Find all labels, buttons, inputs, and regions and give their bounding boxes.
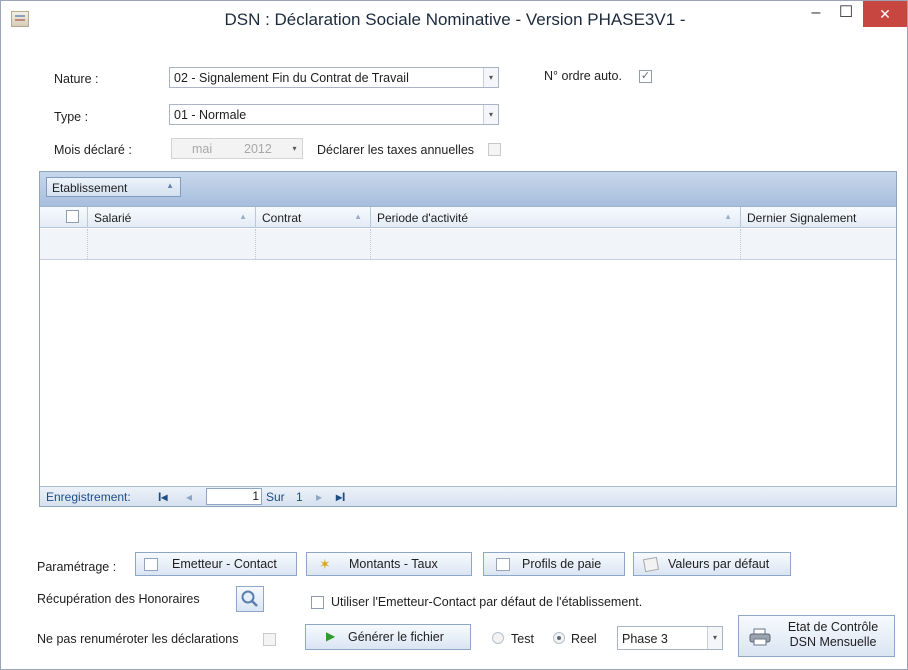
filter-cell[interactable] <box>371 229 741 259</box>
type-value: 01 - Normale <box>174 108 247 122</box>
etat-controle-button[interactable]: Etat de Contrôle DSN Mensuelle <box>738 615 895 657</box>
valeurs-defaut-button[interactable]: Valeurs par défaut <box>633 552 791 576</box>
column-label: Dernier Signalement <box>747 211 857 225</box>
type-label: Type : <box>54 110 89 124</box>
emetteur-contact-button[interactable]: Emetteur - Contact <box>135 552 297 576</box>
first-record-button[interactable]: I◂ <box>158 490 167 504</box>
column-label: Periode d'activité <box>377 211 469 225</box>
group-chip-etablissement[interactable]: Etablissement ▲ <box>46 177 181 197</box>
sort-icon: ▲ <box>354 212 362 221</box>
filter-cell[interactable] <box>256 229 371 259</box>
montants-taux-label: Montants - Taux <box>349 557 438 571</box>
printer-icon <box>749 628 771 646</box>
chevron-down-icon[interactable]: ▾ <box>483 68 498 87</box>
group-panel: Etablissement ▲ <box>40 172 896 206</box>
group-chip-label: Etablissement <box>52 181 128 195</box>
last-record-button[interactable]: ▸I <box>336 490 345 504</box>
profils-paie-label: Profils de paie <box>522 557 602 571</box>
renumeroter-checkbox[interactable] <box>263 633 276 646</box>
generer-fichier-label: Générer le fichier <box>348 630 444 644</box>
generer-fichier-button[interactable]: ▶ Générer le fichier <box>305 624 471 650</box>
profils-paie-button[interactable]: Profils de paie <box>483 552 625 576</box>
utiliser-emetteur-checkbox[interactable] <box>311 596 324 609</box>
record-navigator: Enregistrement: I◂ ◂ 1 Sur 1 ▸ ▸I <box>40 486 896 506</box>
column-header-contrat[interactable]: Contrat ▲ <box>256 207 371 228</box>
filter-cell[interactable] <box>40 229 88 259</box>
search-icon <box>241 590 258 607</box>
phase-value: Phase 3 <box>622 632 668 646</box>
mois-month: mai <box>192 142 213 156</box>
nature-select[interactable]: 02 - Signalement Fin du Contrat de Trava… <box>169 67 499 88</box>
chevron-down-icon[interactable]: ▾ <box>483 105 498 124</box>
filter-cell[interactable] <box>741 229 896 259</box>
reel-radio[interactable] <box>553 632 565 644</box>
chevron-down-icon[interactable]: ▾ <box>707 627 722 649</box>
navigator-label: Enregistrement: <box>46 490 131 504</box>
test-radio[interactable] <box>492 632 504 644</box>
utiliser-emetteur-label: Utiliser l'Emetteur-Contact par défaut d… <box>331 595 643 609</box>
reel-label: Reel <box>571 632 597 646</box>
renumeroter-label: Ne pas renuméroter les déclarations <box>37 632 239 646</box>
etat-line-2: DSN Mensuelle <box>789 635 877 649</box>
parametrage-label: Paramétrage : <box>37 560 117 574</box>
sur-label: Sur <box>266 490 285 504</box>
title-bar: DSN : Déclaration Sociale Nominative - V… <box>1 1 907 39</box>
grid-header: Salarié ▲ Contrat ▲ Periode d'activité ▲… <box>40 206 896 228</box>
minimize-button[interactable]: – <box>801 1 831 27</box>
salaries-grid: Etablissement ▲ Salarié ▲ Contrat ▲ Peri… <box>39 171 897 507</box>
filter-cell[interactable] <box>88 229 256 259</box>
nature-label: Nature : <box>54 72 99 86</box>
total-label: 1 <box>296 490 303 504</box>
taxes-checkbox[interactable] <box>488 143 501 156</box>
sort-icon: ▲ <box>724 212 732 221</box>
type-select[interactable]: 01 - Normale ▾ <box>169 104 499 125</box>
montants-taux-button[interactable]: ✶ Montants - Taux <box>306 552 472 576</box>
mois-picker[interactable]: mai 2012 ▾ <box>171 138 303 159</box>
taxes-label: Déclarer les taxes annuelles <box>317 143 475 157</box>
nature-value: 02 - Signalement Fin du Contrat de Trava… <box>174 71 409 85</box>
etat-controle-label: Etat de Contrôle DSN Mensuelle <box>775 620 891 650</box>
column-label: Salarié <box>94 211 132 225</box>
column-header-dernier[interactable]: Dernier Signalement <box>741 207 896 228</box>
ordre-auto-label: N° ordre auto. <box>544 69 622 83</box>
window-title: DSN : Déclaration Sociale Nominative - V… <box>224 10 686 29</box>
sort-icon: ▲ <box>166 181 174 190</box>
main-window: DSN : Déclaration Sociale Nominative - V… <box>0 0 908 670</box>
document-icon <box>496 558 510 571</box>
sort-icon: ▲ <box>239 212 247 221</box>
prev-record-button[interactable]: ◂ <box>186 490 192 504</box>
page-input[interactable]: 1 <box>206 488 262 505</box>
maximize-button[interactable]: ☐ <box>831 1 861 27</box>
filter-row[interactable] <box>40 229 896 260</box>
coins-icon: ✶ <box>319 556 331 572</box>
emetteur-contact-label: Emetteur - Contact <box>172 557 277 571</box>
column-label: Contrat <box>262 211 302 225</box>
chevron-down-icon[interactable]: ▾ <box>287 139 302 158</box>
contact-card-icon <box>144 558 158 571</box>
close-button[interactable]: ✕ <box>863 1 907 27</box>
play-icon: ▶ <box>326 629 336 643</box>
valeurs-defaut-label: Valeurs par défaut <box>668 557 770 571</box>
next-record-button[interactable]: ▸ <box>316 490 322 504</box>
select-all-checkbox[interactable] <box>66 210 79 223</box>
search-button[interactable] <box>236 586 264 612</box>
column-header-salarie[interactable]: Salarié ▲ <box>88 207 256 228</box>
mois-label: Mois déclaré : <box>54 143 132 157</box>
select-all-cell <box>40 207 88 228</box>
ordre-auto-checkbox[interactable]: ✓ <box>639 70 652 83</box>
phase-select[interactable]: Phase 3 ▾ <box>617 626 723 650</box>
mois-year: 2012 <box>244 142 272 156</box>
test-label: Test <box>511 632 534 646</box>
page-icon <box>642 556 660 573</box>
etat-line-1: Etat de Contrôle <box>787 620 879 634</box>
column-header-periode[interactable]: Periode d'activité ▲ <box>371 207 741 228</box>
recuperation-label: Récupération des Honoraires <box>37 592 200 606</box>
